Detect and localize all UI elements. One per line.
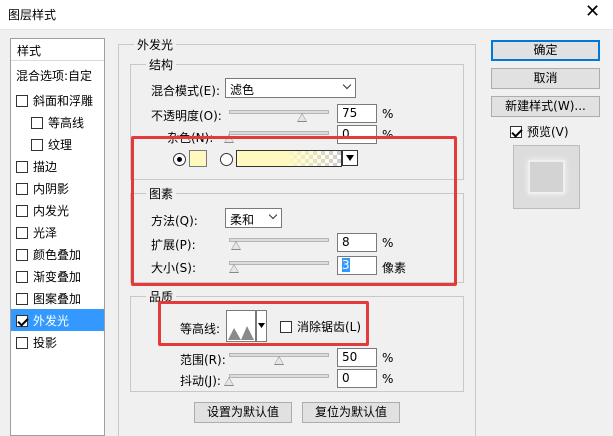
jitter-label: 抖动(J): bbox=[180, 374, 221, 388]
stroke-checkbox[interactable] bbox=[16, 161, 28, 173]
sidebar-item-label: 内发光 bbox=[33, 204, 70, 218]
sidebar-item-label: 混合选项:自定 bbox=[16, 69, 93, 83]
cancel-button[interactable]: 取消 bbox=[491, 68, 600, 89]
sidebar-item-label: 渐变叠加 bbox=[33, 270, 82, 284]
new-style-button[interactable]: 新建样式(W)... bbox=[491, 96, 600, 117]
sidebar-item-label: 投影 bbox=[33, 336, 58, 350]
highlight-box-structure bbox=[131, 136, 457, 286]
jitter-slider-handle[interactable] bbox=[224, 377, 234, 386]
sidebar-item-label: 颜色叠加 bbox=[33, 248, 82, 262]
opacity-slider[interactable] bbox=[229, 110, 329, 114]
opacity-input[interactable]: 75 bbox=[337, 104, 377, 123]
title-bar: 图层样式 ✕ bbox=[0, 0, 613, 30]
sidebar-item-label: 图案叠加 bbox=[33, 292, 82, 306]
highlight-box-contour bbox=[158, 301, 369, 346]
noise-slider[interactable] bbox=[229, 131, 329, 135]
sidebar-item-bevel[interactable]: 斜面和浮雕 bbox=[11, 89, 104, 111]
jitter-input[interactable]: 0 bbox=[337, 369, 377, 388]
reset-default-button[interactable]: 复位为默认值 bbox=[302, 402, 400, 423]
sidebar-item-label: 内阴影 bbox=[33, 182, 70, 196]
blend-mode-value: 滤色 bbox=[230, 83, 255, 97]
sidebar-item-label: 描边 bbox=[33, 160, 58, 174]
gradient-overlay-checkbox[interactable] bbox=[16, 271, 28, 283]
sidebar-header: 样式 bbox=[11, 39, 104, 61]
opacity-label: 不透明度(O): bbox=[151, 109, 222, 123]
preview-checkbox[interactable] bbox=[510, 126, 522, 138]
color-overlay-checkbox[interactable] bbox=[16, 249, 28, 261]
sidebar-item-texture[interactable]: 纹理 bbox=[11, 133, 104, 155]
range-label: 范围(R): bbox=[180, 353, 226, 367]
ok-button[interactable]: 确定 bbox=[491, 40, 600, 61]
styles-sidebar: 样式 混合选项:自定 斜面和浮雕 等高线 纹理 描边 内阴影 内发光 光泽 颜色… bbox=[10, 38, 105, 436]
outer-glow-checkbox[interactable] bbox=[16, 315, 28, 327]
sidebar-item-drop-shadow[interactable]: 投影 bbox=[11, 331, 104, 353]
sidebar-item-label: 光泽 bbox=[33, 226, 58, 240]
sidebar-item-gradient-overlay[interactable]: 渐变叠加 bbox=[11, 265, 104, 287]
range-unit: % bbox=[382, 351, 394, 365]
contour-checkbox[interactable] bbox=[31, 117, 43, 129]
bevel-checkbox[interactable] bbox=[16, 95, 28, 107]
inner-shadow-checkbox[interactable] bbox=[16, 183, 28, 195]
sidebar-item-contour[interactable]: 等高线 bbox=[11, 111, 104, 133]
preview-label: 预览(V) bbox=[527, 125, 569, 139]
sidebar-item-stroke[interactable]: 描边 bbox=[11, 155, 104, 177]
pattern-overlay-checkbox[interactable] bbox=[16, 293, 28, 305]
sidebar-item-pattern-overlay[interactable]: 图案叠加 bbox=[11, 287, 104, 309]
outer-glow-title: 外发光 bbox=[134, 36, 177, 53]
style-preview bbox=[513, 145, 580, 209]
sidebar-item-inner-shadow[interactable]: 内阴影 bbox=[11, 177, 104, 199]
make-default-button[interactable]: 设置为默认值 bbox=[194, 402, 292, 423]
range-slider-handle[interactable] bbox=[274, 356, 284, 365]
sidebar-item-label: 斜面和浮雕 bbox=[33, 94, 94, 108]
blend-mode-select[interactable]: 滤色 bbox=[225, 78, 356, 98]
sidebar-item-label: 纹理 bbox=[48, 138, 73, 152]
sidebar-item-inner-glow[interactable]: 内发光 bbox=[11, 199, 104, 221]
satin-checkbox[interactable] bbox=[16, 227, 28, 239]
texture-checkbox[interactable] bbox=[31, 139, 43, 151]
close-icon[interactable]: ✕ bbox=[585, 3, 600, 21]
jitter-slider[interactable] bbox=[229, 374, 329, 378]
sidebar-item-satin[interactable]: 光泽 bbox=[11, 221, 104, 243]
preview-toggle[interactable]: 预览(V) bbox=[510, 123, 569, 140]
preview-thumbnail bbox=[528, 160, 565, 194]
inner-glow-checkbox[interactable] bbox=[16, 205, 28, 217]
sidebar-item-outer-glow[interactable]: 外发光 bbox=[11, 309, 104, 331]
opacity-slider-handle[interactable] bbox=[297, 113, 307, 122]
opacity-unit: % bbox=[382, 107, 394, 121]
sidebar-item-label: 外发光 bbox=[33, 314, 70, 328]
structure-title: 结构 bbox=[146, 56, 177, 73]
chevron-down-icon bbox=[342, 80, 352, 90]
range-input[interactable]: 50 bbox=[337, 348, 377, 367]
blend-mode-label: 混合模式(E): bbox=[151, 84, 220, 98]
sidebar-item-blend-options[interactable]: 混合选项:自定 bbox=[11, 64, 104, 86]
jitter-unit: % bbox=[382, 372, 394, 386]
sidebar-item-label: 等高线 bbox=[48, 116, 85, 130]
window-title: 图层样式 bbox=[8, 8, 57, 22]
drop-shadow-checkbox[interactable] bbox=[16, 337, 28, 349]
sidebar-item-color-overlay[interactable]: 颜色叠加 bbox=[11, 243, 104, 265]
